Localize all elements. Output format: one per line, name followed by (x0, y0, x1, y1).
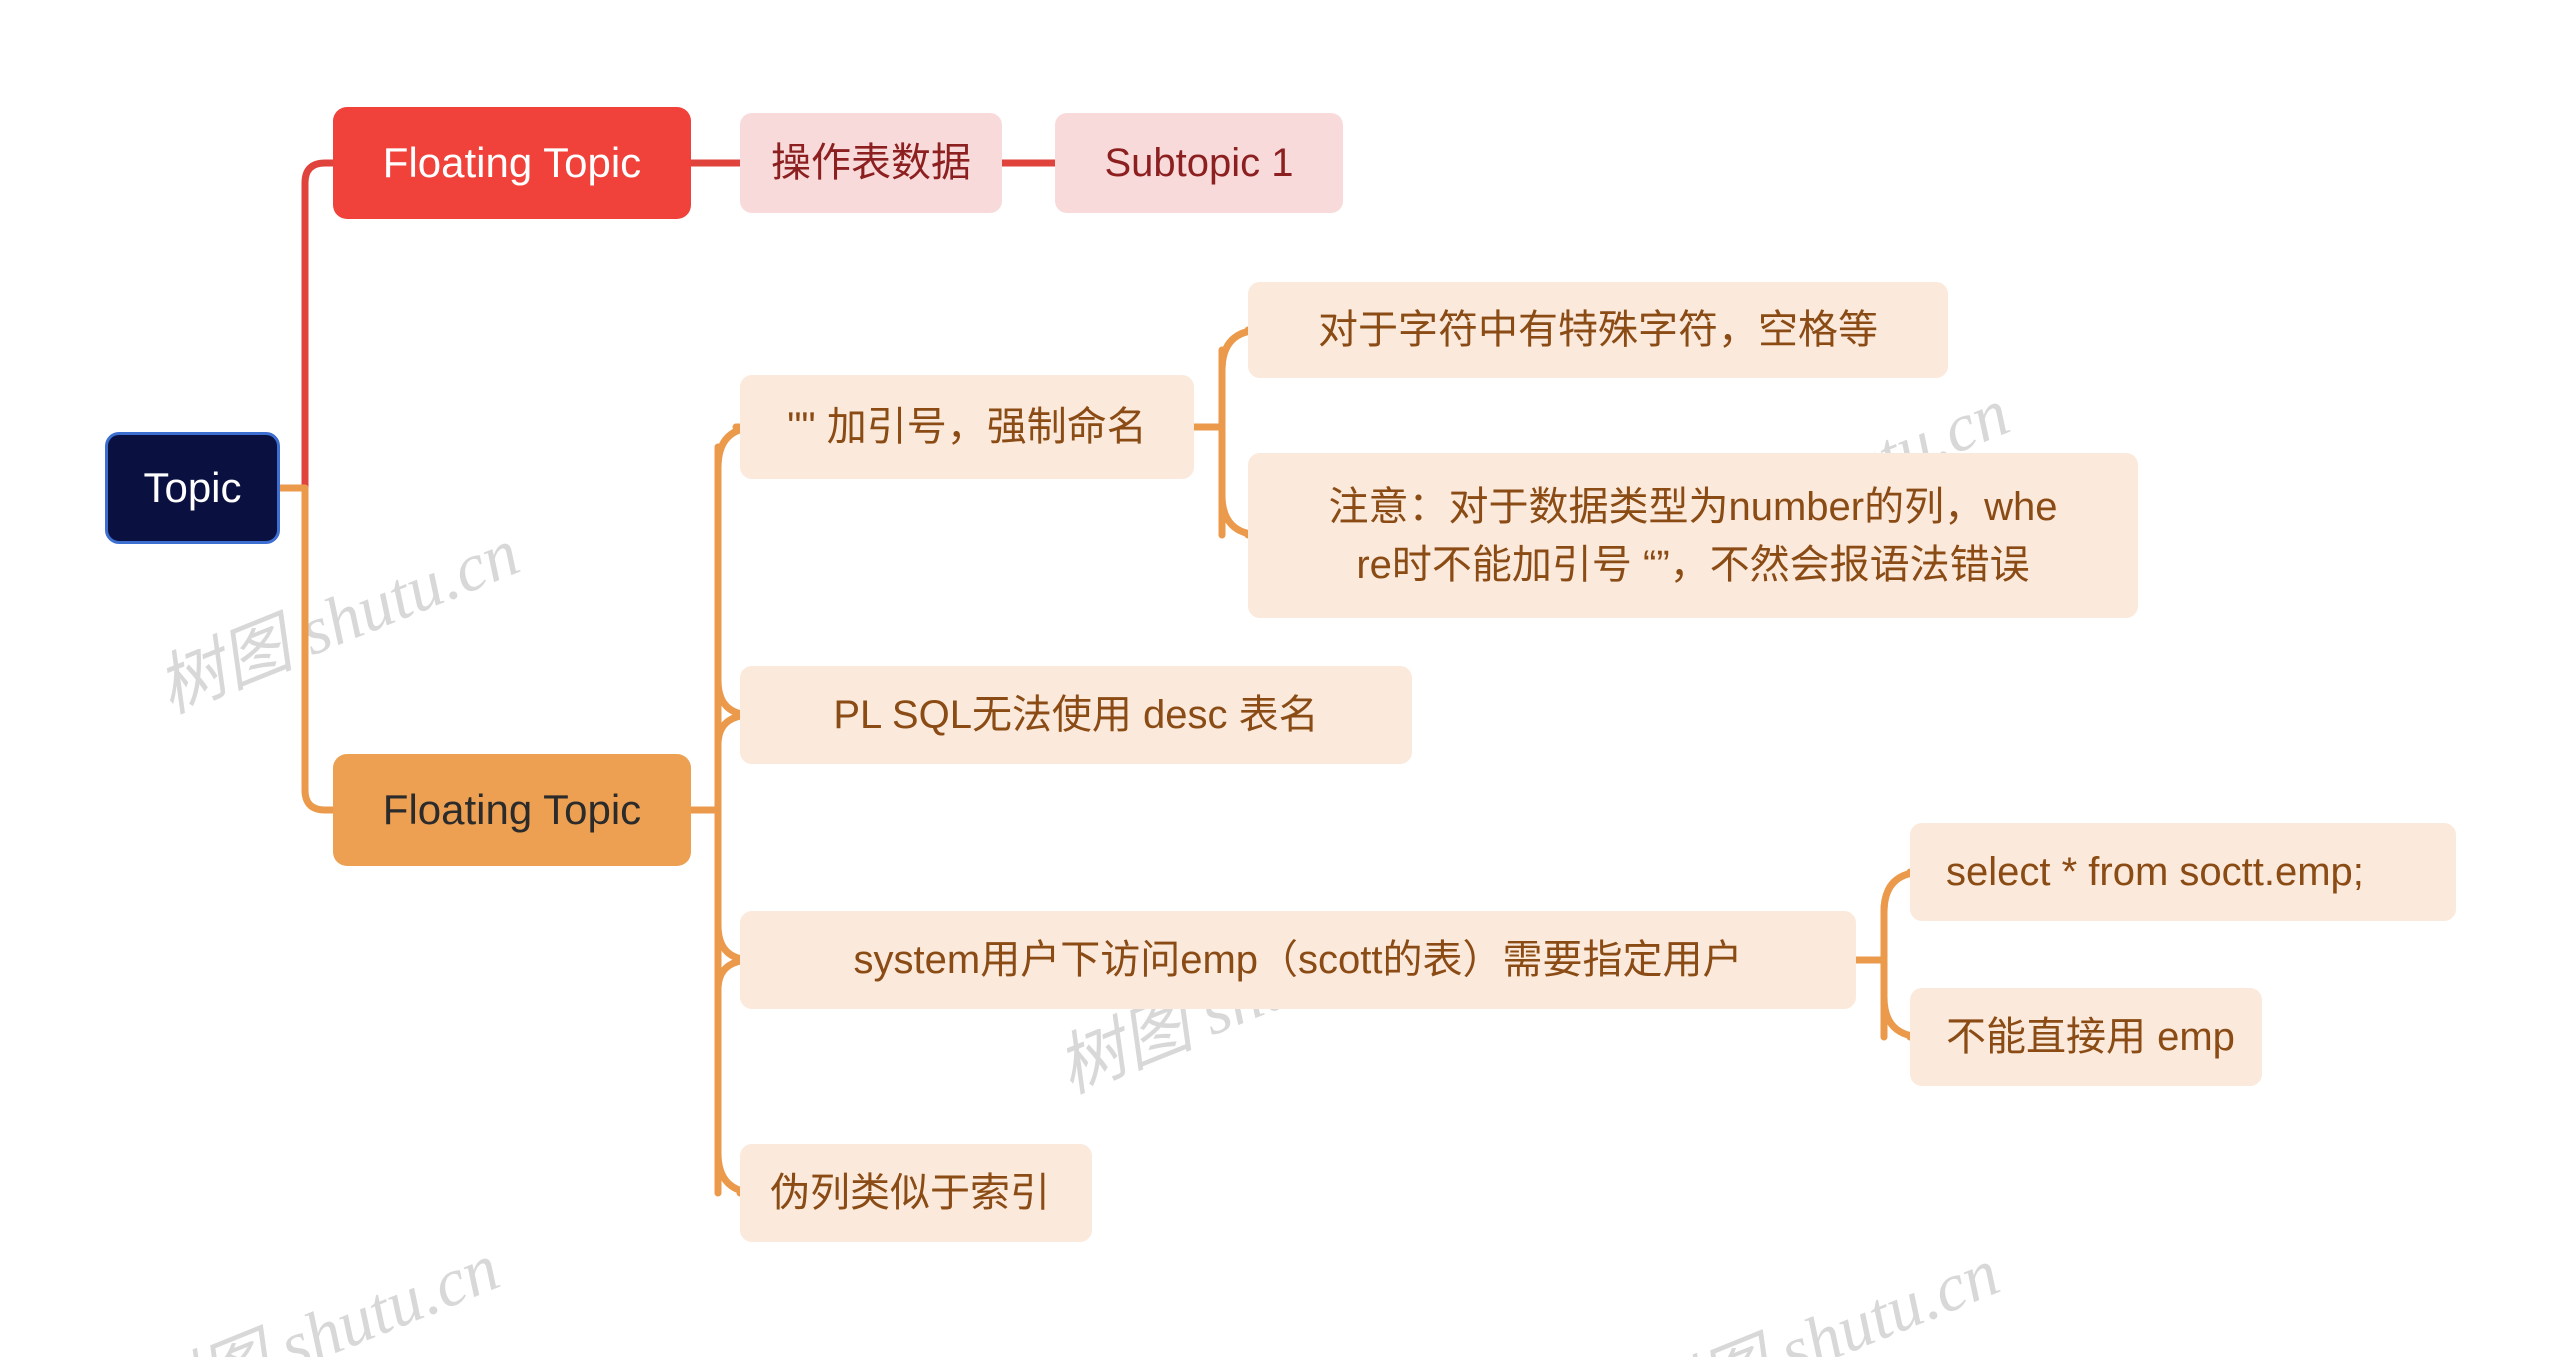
node-system-user-access[interactable]: system用户下访问emp（scott的表）需要指定用户 (740, 911, 1856, 1009)
node-label: Topic (143, 463, 242, 511)
node-pseudo-column[interactable]: 伪列类似于索引 (740, 1144, 1092, 1242)
edge-root-to-red (274, 159, 337, 492)
node-quote-forced-naming[interactable]: "" 加引号，强制命名 (740, 375, 1194, 479)
node-label: Subtopic 1 (1104, 141, 1294, 185)
node-select-statement[interactable]: select * from soctt.emp; (1910, 823, 2456, 921)
node-label: PL SQL无法使用 desc 表名 (833, 693, 1319, 737)
node-label: 注意：对于数据类型为number的列，whe re时不能加引号 “”，不然会报语… (1328, 484, 2058, 587)
node-red-floating-topic[interactable]: Floating Topic (333, 107, 691, 219)
node-orange-floating-topic[interactable]: Floating Topic (333, 754, 691, 866)
node-label: Floating Topic (382, 138, 642, 186)
node-label: 不能直接用 emp (1946, 1015, 2235, 1059)
node-label: 对于字符中有特殊字符，空格等 (1318, 308, 1878, 352)
node-label: system用户下访问emp（scott的表）需要指定用户 (853, 938, 1743, 982)
node-subtopic-1[interactable]: Subtopic 1 (1055, 113, 1343, 213)
node-cannot-use-emp[interactable]: 不能直接用 emp (1910, 988, 2262, 1086)
node-label: select * from soctt.emp; (1946, 850, 2364, 894)
node-label: 操作表数据 (771, 141, 971, 185)
node-root-topic[interactable]: Topic (105, 432, 280, 544)
edge-root-to-orange (274, 484, 337, 814)
node-label: Floating Topic (382, 785, 642, 833)
mindmap-canvas: 树图 shutu.cn 树图 shutu.cn 树图 shutu.cn 树图 s… (0, 0, 2560, 1357)
node-plsql-desc[interactable]: PL SQL无法使用 desc 表名 (740, 666, 1412, 764)
node-operate-table-data[interactable]: 操作表数据 (740, 113, 1002, 213)
node-label: "" 加引号，强制命名 (787, 405, 1147, 449)
node-number-where-warning[interactable]: 注意：对于数据类型为number的列，whe re时不能加引号 “”，不然会报语… (1248, 453, 2138, 618)
watermark: 树图 shutu.cn (1626, 1233, 2009, 1357)
watermark: 树图 shutu.cn (126, 1228, 509, 1357)
node-special-chars-note[interactable]: 对于字符中有特殊字符，空格等 (1248, 282, 1948, 378)
node-label: 伪列类似于索引 (770, 1171, 1050, 1215)
